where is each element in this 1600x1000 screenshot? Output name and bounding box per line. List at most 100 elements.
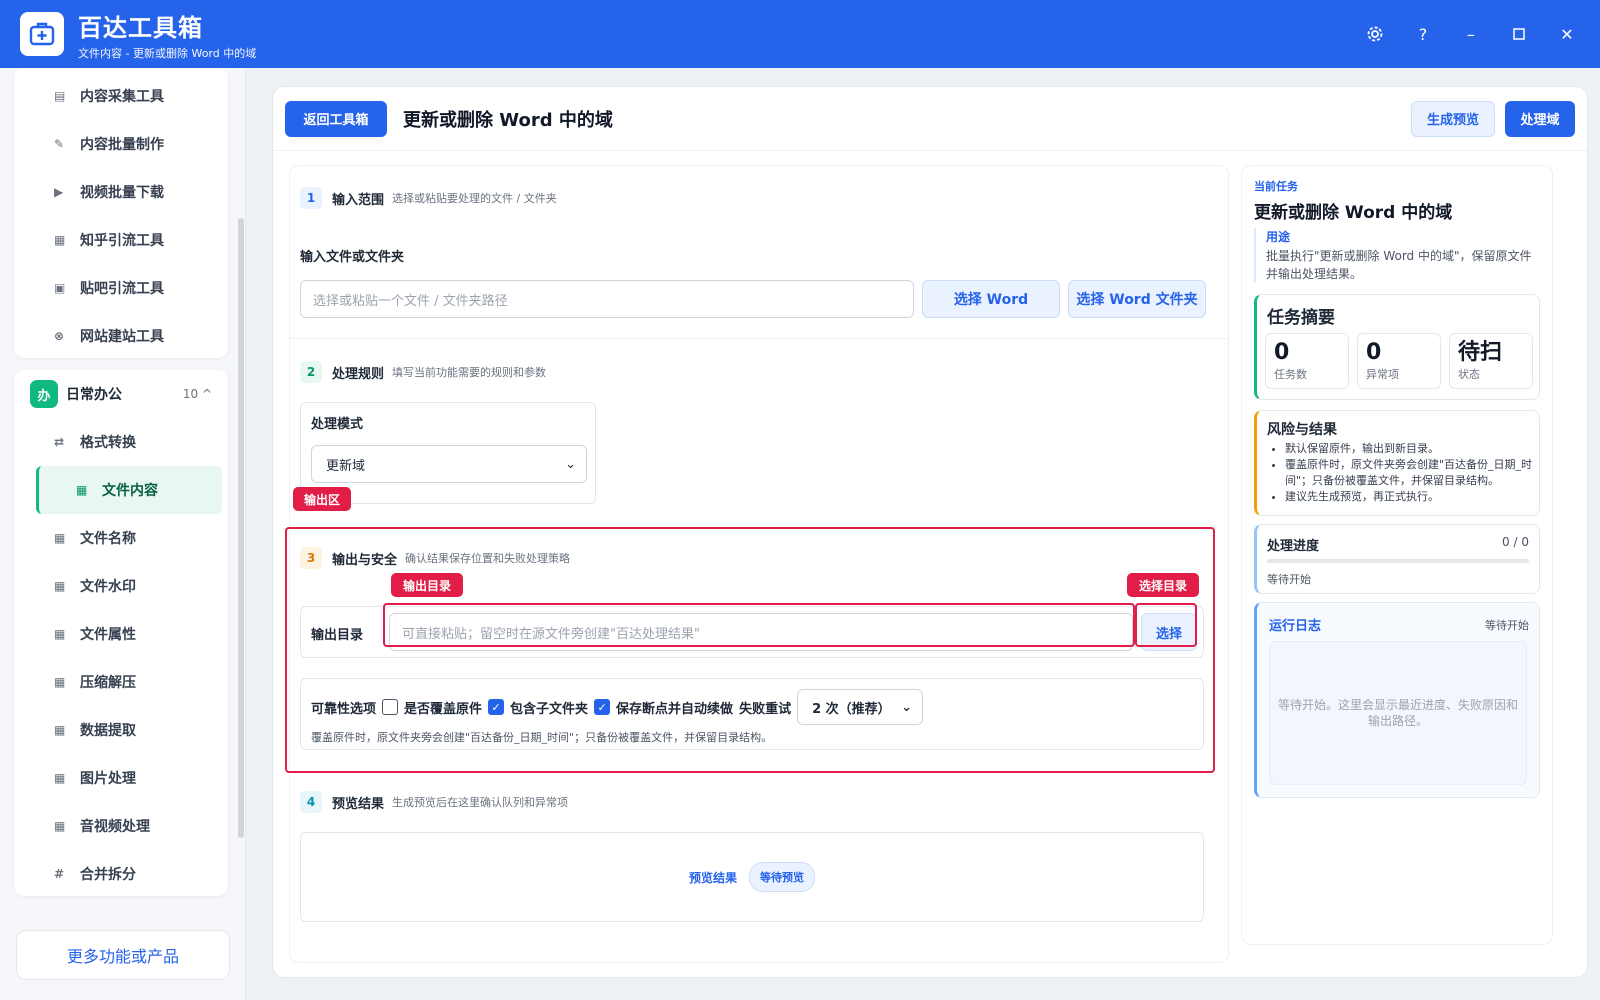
- more-products-button[interactable]: 更多功能或产品: [16, 930, 230, 980]
- section-title: 输入范围: [332, 192, 385, 208]
- group-badge: 办: [30, 380, 58, 408]
- sidebar-item[interactable]: ▦ 文件水印: [14, 562, 228, 610]
- sidebar-item-label: 内容批量制作: [80, 137, 164, 153]
- grid-icon: ▦: [54, 723, 66, 737]
- grid-icon: ▦: [54, 627, 66, 641]
- progress-bar: [1267, 559, 1529, 563]
- main-header: 返回工具箱 更新或删除 Word 中的域 生成预览 处理域: [273, 87, 1587, 151]
- sidebar-item-label: 贴吧引流工具: [80, 281, 164, 297]
- process-fields-button[interactable]: 处理域: [1505, 100, 1575, 137]
- progress-title: 处理进度: [1267, 539, 1320, 554]
- sidebar-item-label: 视频批量下载: [80, 185, 164, 201]
- back-to-toolbox-button[interactable]: 返回工具箱: [285, 100, 387, 137]
- input-path-field[interactable]: 选择或粘贴一个文件 / 文件夹路径: [300, 280, 914, 318]
- mode-select[interactable]: 更新域 ⌄: [311, 445, 587, 483]
- sidebar-item[interactable]: ▦ 知乎引流工具: [14, 216, 228, 264]
- output-area-tag: 输出区: [293, 487, 351, 511]
- minimize-icon[interactable]: –: [1452, 16, 1490, 52]
- stat-status: 待扫 状态: [1449, 333, 1533, 389]
- sidebar-item[interactable]: ▦ 文件内容: [36, 466, 222, 514]
- risk-item: 默认保留原件，输出到新目录。: [1285, 441, 1535, 457]
- section-input: 1 输入范围 选择或粘贴要处理的文件 / 文件夹 输入文件或文件夹 选择或粘贴一…: [300, 184, 1218, 334]
- sidebar-item[interactable]: # 合并拆分: [14, 850, 228, 898]
- grid-icon: ▦: [54, 579, 66, 593]
- grid-icon: ▦: [54, 675, 66, 689]
- section-rules: 2 处理规则 填写当前功能需要的规则和参数 处理模式 更新域 ⌄: [300, 358, 1218, 508]
- close-icon[interactable]: ✕: [1548, 16, 1586, 52]
- group-header[interactable]: 办 日常办公 10 ^: [14, 370, 228, 418]
- sidebar-item[interactable]: ▣ 贴吧引流工具: [14, 264, 228, 312]
- summary-title: 任务摘要: [1267, 308, 1335, 328]
- main-panel: 返回工具箱 更新或删除 Word 中的域 生成预览 处理域 1 输入范围 选择或…: [272, 86, 1588, 978]
- sidebar-item[interactable]: ⊗ 网站建站工具: [14, 312, 228, 360]
- sidebar: ▤ 内容采集工具 ✎ 内容批量制作 ▶ 视频批量下载 ▦ 知乎引流工具 ▣ 贴吧引流工具 ⊗ 网站建站…: [0, 68, 246, 1000]
- title-bar: 百达工具箱 文件内容 - 更新或删除 Word 中的域 ? – ✕: [0, 0, 1600, 68]
- progress-card: 处理进度 0 / 0 等待开始: [1254, 524, 1540, 594]
- output-dir-highlight: [383, 603, 1135, 647]
- task-title: 更新或删除 Word 中的域: [1254, 203, 1453, 223]
- log-status: 等待开始: [1485, 619, 1529, 632]
- grid-icon: ▦: [54, 771, 66, 785]
- sidebar-item-label: 网站建站工具: [80, 329, 164, 345]
- grid-icon: ▦: [54, 819, 66, 833]
- mode-label: 处理模式: [311, 417, 364, 432]
- output-area-highlight: [285, 527, 1215, 773]
- risk-item: 覆盖原件时，原文件夹旁会创建"百达备份_日期_时间"；只备份被覆盖文件，并保留目…: [1285, 457, 1535, 489]
- sidebar-item[interactable]: ▤ 内容采集工具: [14, 72, 228, 120]
- progress-status: 等待开始: [1267, 573, 1311, 586]
- section-desc: 生成预览后在这里确认队列和异常项: [392, 796, 569, 809]
- generate-preview-button[interactable]: 生成预览: [1411, 100, 1495, 137]
- sidebar-item[interactable]: ▦ 数据提取: [14, 706, 228, 754]
- sidebar-item[interactable]: ▶ 视频批量下载: [14, 168, 228, 216]
- log-output[interactable]: 等待开始。这里会显示最近进度、失败原因和输出路径。: [1269, 641, 1527, 785]
- risk-list: 默认保留原件，输出到新目录。 覆盖原件时，原文件夹旁会创建"百达备份_日期_时间…: [1285, 441, 1535, 505]
- grid-icon: ▦: [54, 531, 66, 545]
- purpose-label: 用途: [1266, 230, 1291, 244]
- app-subtitle: 文件内容 - 更新或删除 Word 中的域: [78, 46, 257, 60]
- sidebar-group-card: 办 日常办公 10 ^ ⇄ 格式转换 ▦ 文件内容 ▦ 文件名称 ▦ 文件水印 ▦ 文件属性 ▦ 压缩…: [14, 370, 228, 896]
- help-icon[interactable]: ?: [1404, 16, 1442, 52]
- risk-title: 风险与结果: [1267, 422, 1337, 438]
- tieba-icon: ▣: [54, 281, 66, 295]
- chevron-down-icon: ⌄: [565, 456, 576, 472]
- sidebar-item-label: 文件内容: [102, 483, 158, 499]
- current-task-label: 当前任务: [1254, 180, 1298, 193]
- sidebar-item-label: 合并拆分: [80, 867, 136, 883]
- chevron-up-icon[interactable]: ^: [202, 387, 212, 401]
- sidebar-item-label: 图片处理: [80, 771, 136, 787]
- sidebar-item[interactable]: ▦ 文件属性: [14, 610, 228, 658]
- sidebar-item[interactable]: ▦ 图片处理: [14, 754, 228, 802]
- sidebar-item-label: 知乎引流工具: [80, 233, 164, 249]
- select-word-button[interactable]: 选择 Word: [922, 280, 1060, 318]
- sidebar-item[interactable]: ▦ 压缩解压: [14, 658, 228, 706]
- status-badge: 等待预览: [749, 862, 815, 892]
- preview-result-label: 预览结果: [688, 870, 737, 885]
- sidebar-item-label: 文件属性: [80, 627, 136, 643]
- progress-count: 0 / 0: [1502, 535, 1529, 549]
- purpose-text: 批量执行"更新或删除 Word 中的域"，保留原文件并输出处理结果。: [1266, 249, 1532, 281]
- select-word-folder-button[interactable]: 选择 Word 文件夹: [1068, 280, 1206, 318]
- sidebar-item[interactable]: ▦ 音视频处理: [14, 802, 228, 850]
- sidebar-item[interactable]: ✎ 内容批量制作: [14, 120, 228, 168]
- section-preview: 4 预览结果 生成预览后在这里确认队列和异常项 预览结果 等待预览: [300, 788, 1218, 948]
- sidebar-item-label: 音视频处理: [80, 819, 150, 835]
- grid-icon: ▦: [76, 483, 88, 497]
- toolbox-logo-icon: [20, 12, 64, 56]
- sidebar-scrollbar[interactable]: [238, 218, 244, 838]
- maximize-icon[interactable]: [1500, 16, 1538, 52]
- summary-card: 任务摘要 0 任务数 0 异常项 待扫 状态: [1254, 294, 1540, 400]
- section-title: 预览结果: [332, 796, 385, 812]
- settings-icon[interactable]: [1356, 16, 1394, 52]
- risk-item: 建议先生成预览，再正式执行。: [1285, 489, 1535, 505]
- input-field-label: 输入文件或文件夹: [300, 250, 405, 265]
- sidebar-top-card: ▤ 内容采集工具 ✎ 内容批量制作 ▶ 视频批量下载 ▦ 知乎引流工具 ▣ 贴吧引流工具 ⊗ 网站建站…: [14, 68, 228, 358]
- sidebar-item[interactable]: ⇄ 格式转换: [14, 418, 228, 466]
- hash-icon: #: [54, 867, 65, 881]
- sidebar-item[interactable]: ▦ 文件名称: [14, 514, 228, 562]
- choose-dir-highlight: [1135, 603, 1197, 647]
- sidebar-item-label: 内容采集工具: [80, 89, 164, 105]
- collect-icon: ▤: [54, 89, 66, 103]
- mode-value: 更新域: [326, 458, 366, 474]
- group-count: 10 ^: [182, 387, 212, 401]
- section-number: 2: [300, 361, 322, 383]
